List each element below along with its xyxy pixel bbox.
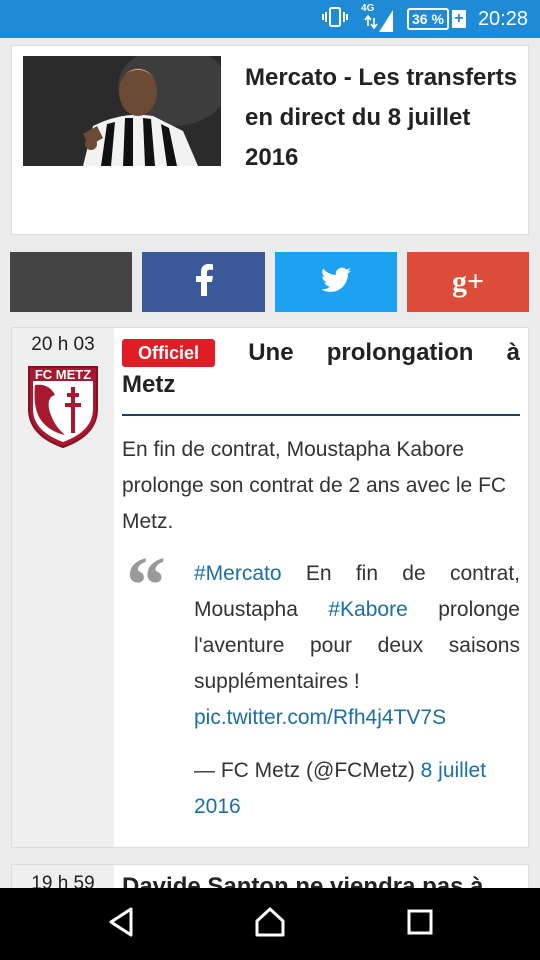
tweet-media-link[interactable]: pic.twitter.com/Rfh4j4TV7S (194, 706, 446, 729)
article-header: Mercato - Les transferts en direct du 8 … (11, 45, 529, 235)
fc-metz-logo-icon: FC METZ (27, 365, 99, 449)
hashtag-link[interactable]: #Mercato (194, 562, 282, 585)
recent-apps-button[interactable] (390, 904, 450, 944)
title-word: à (506, 339, 520, 366)
post-summary: En fin de contrat, Moustapha Kabore prol… (122, 438, 507, 533)
article-thumbnail[interactable] (23, 56, 221, 166)
post-title-line1: Officiel Une prolongation à (122, 338, 520, 368)
title-divider (122, 414, 520, 416)
clock: 20:28 (477, 7, 528, 30)
battery-level: 36 % (407, 8, 449, 30)
tweet-signature: — FC Metz (@FCMetz) 8 juillet 2016 (194, 753, 520, 825)
home-button[interactable] (240, 904, 300, 944)
google-plus-share-button[interactable]: g+ (407, 252, 529, 312)
post-title: Officiel Une prolongation à Metz (122, 338, 520, 412)
status-bar: 4G 36 % + 20:28 (0, 0, 540, 38)
charging-icon: + (451, 10, 466, 28)
google-plus-label: g+ (451, 265, 485, 298)
share-button-generic[interactable] (10, 252, 132, 312)
title-word: Une (248, 339, 294, 366)
vibrate-icon (321, 6, 349, 33)
logo-text: FC METZ (34, 367, 92, 382)
twitter-share-button[interactable] (275, 252, 397, 312)
article-title: Mercato - Les transferts en direct du 8 … (245, 64, 518, 171)
network-label: 4G (361, 3, 375, 14)
back-button[interactable] (91, 904, 151, 944)
screen: 4G 36 % + 20:28 Mercato - Les transferts… (0, 0, 540, 960)
battery-icon: 36 % + (407, 8, 466, 30)
signal-4g-icon: 4G (361, 3, 395, 34)
title-word: prolongation (326, 339, 474, 366)
recent-apps-icon (407, 909, 433, 940)
back-icon (107, 907, 135, 942)
home-icon (254, 906, 286, 943)
twitter-icon (321, 267, 351, 298)
status-icons: 4G 36 % + 20:28 (321, 0, 528, 38)
navigation-bar (0, 888, 540, 960)
tweet-author: — FC Metz (@FCMetz) (194, 759, 421, 782)
google-plus-icon: g+ (452, 265, 484, 299)
live-post: 20 h 03 FC METZ Officiel Une prolongatio… (11, 327, 529, 848)
hashtag-link[interactable]: #Kabore (328, 598, 407, 621)
post-sidebar: 20 h 03 FC METZ (12, 328, 114, 847)
facebook-icon (194, 263, 214, 301)
facebook-share-button[interactable] (142, 252, 265, 312)
post-time: 20 h 03 (31, 334, 95, 355)
official-badge: Officiel (122, 339, 216, 367)
post-title-line2: Metz (122, 371, 176, 398)
embedded-tweet: #Mercato En fin de contrat, Moustapha #K… (194, 556, 520, 736)
quote-icon: “ (126, 542, 166, 630)
